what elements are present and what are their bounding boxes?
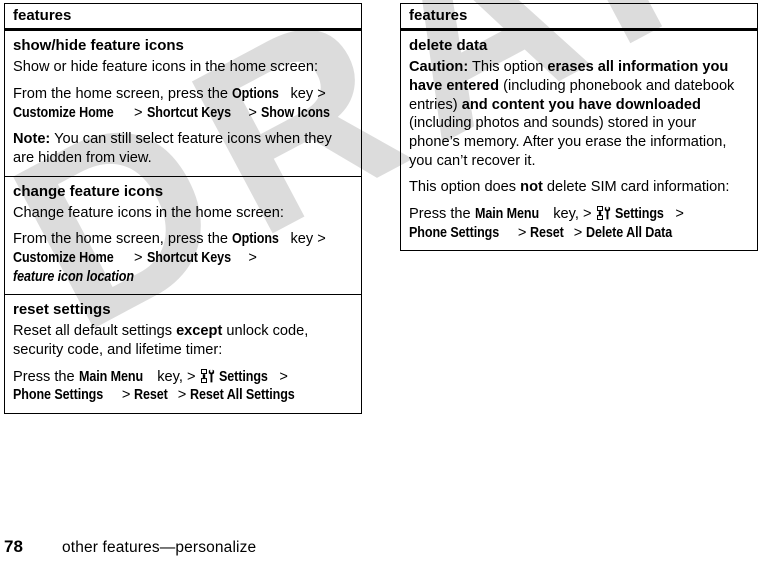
row-title: reset settings xyxy=(13,301,111,319)
emphasis-text: and content you have downloaded xyxy=(461,96,701,113)
body-text: key > xyxy=(286,85,326,102)
row-paragraph: From the home screen, press the Options … xyxy=(13,85,353,122)
features-table-left: features show/hide feature icons Show or … xyxy=(4,3,362,414)
ui-term: Phone Settings xyxy=(13,387,104,404)
settings-tools-icon xyxy=(200,368,216,383)
row-paragraph: This option does not delete SIM card inf… xyxy=(409,178,749,197)
body-text: Press the xyxy=(409,205,475,222)
row-paragraph: Reset all default settings except unlock… xyxy=(13,322,353,359)
body-text: > xyxy=(569,224,587,241)
ui-term: Reset xyxy=(134,387,169,404)
manual-page: features show/hide feature icons Show or … xyxy=(0,0,759,565)
body-text: > xyxy=(671,205,684,222)
body-text: This option does xyxy=(409,179,521,196)
body-text: key, > xyxy=(549,205,596,222)
ui-term: Shortcut Keys xyxy=(146,104,231,121)
row-title: delete data xyxy=(409,37,488,55)
body-text: key, > xyxy=(153,368,200,385)
table-header-left: features xyxy=(5,4,361,32)
body-text: delete SIM card information: xyxy=(542,179,730,196)
emphasis-text: Caution: xyxy=(409,59,469,76)
row-paragraph: Change feature icons in the home screen: xyxy=(13,204,353,223)
emphasis-text: Note: xyxy=(13,131,51,148)
row-paragraph: From the home screen, press the Options … xyxy=(13,230,353,286)
body-text: You can still select feature icons when … xyxy=(13,131,332,166)
ui-term: Options xyxy=(232,231,279,248)
body-text: This option xyxy=(468,59,548,76)
ui-term: Settings xyxy=(218,368,268,385)
placeholder-term: feature icon location xyxy=(13,268,134,285)
row-paragraph: Note: You can still select feature icons… xyxy=(13,130,353,167)
features-table-right: features delete data Caution: This option… xyxy=(400,3,758,252)
body-text: Show or hide feature icons in the home s… xyxy=(13,59,319,76)
ui-term: Main Menu xyxy=(474,205,539,222)
body-text: From the home screen, press the xyxy=(13,85,232,102)
body-text: > xyxy=(513,224,531,241)
ui-term: Reset xyxy=(530,224,565,241)
page-footer: 78 other features—personalize xyxy=(4,537,256,557)
footer-section-title: other features—personalize xyxy=(62,539,257,556)
body-text: (including photos and sounds) stored in … xyxy=(409,115,727,169)
table-body-right: delete data Caution: This option erases a… xyxy=(401,31,757,250)
body-text: > xyxy=(173,387,191,404)
emphasis-text: except xyxy=(176,323,223,340)
ui-term: Reset All Settings xyxy=(190,387,296,404)
row-paragraph: Caution: This option erases all informat… xyxy=(409,58,749,170)
left-column: features show/hide feature icons Show or … xyxy=(4,3,362,414)
body-text: Reset all default settings xyxy=(13,323,177,340)
body-text: > xyxy=(130,249,147,266)
table-row: show/hide feature icons Show or hide feat… xyxy=(5,31,361,175)
body-text: > xyxy=(130,104,147,121)
settings-tools-icon xyxy=(596,205,612,220)
table-row: reset settings Reset all default settings… xyxy=(5,294,361,413)
ui-term: Settings xyxy=(614,205,664,222)
ui-term: Delete All Data xyxy=(586,224,673,241)
table-body-left: show/hide feature icons Show or hide feat… xyxy=(5,31,361,413)
body-text: > xyxy=(117,387,135,404)
ui-term: Main Menu xyxy=(78,368,143,385)
table-header-right: features xyxy=(401,4,757,32)
body-text: Change feature icons in the home screen: xyxy=(13,204,284,221)
ui-term: Customize Home xyxy=(13,249,114,266)
row-title: change feature icons xyxy=(13,182,164,200)
ui-term: Shortcut Keys xyxy=(146,249,231,266)
body-text: > xyxy=(244,104,261,121)
emphasis-text: not xyxy=(520,179,543,196)
page-number: 78 xyxy=(4,537,23,556)
table-row: delete data Caution: This option erases a… xyxy=(401,31,757,250)
ui-term: Show Icons xyxy=(260,104,330,121)
row-title: show/hide feature icons xyxy=(13,37,184,55)
row-paragraph: Show or hide feature icons in the home s… xyxy=(13,58,353,77)
body-text: key > xyxy=(286,231,326,248)
row-paragraph: Press the Main Menu key, > Settings > Ph… xyxy=(409,205,749,242)
body-text: > xyxy=(275,368,288,385)
ui-term: Phone Settings xyxy=(409,224,500,241)
body-text: From the home screen, press the xyxy=(13,231,232,248)
table-row: change feature icons Change feature icons… xyxy=(5,175,361,295)
body-text: Press the xyxy=(13,368,79,385)
right-column: features delete data Caution: This option… xyxy=(400,3,758,252)
row-paragraph: Press the Main Menu key, > Settings > Ph… xyxy=(13,368,353,405)
ui-term: Customize Home xyxy=(13,104,114,121)
ui-term: Options xyxy=(232,85,279,102)
body-text: > xyxy=(244,249,257,266)
